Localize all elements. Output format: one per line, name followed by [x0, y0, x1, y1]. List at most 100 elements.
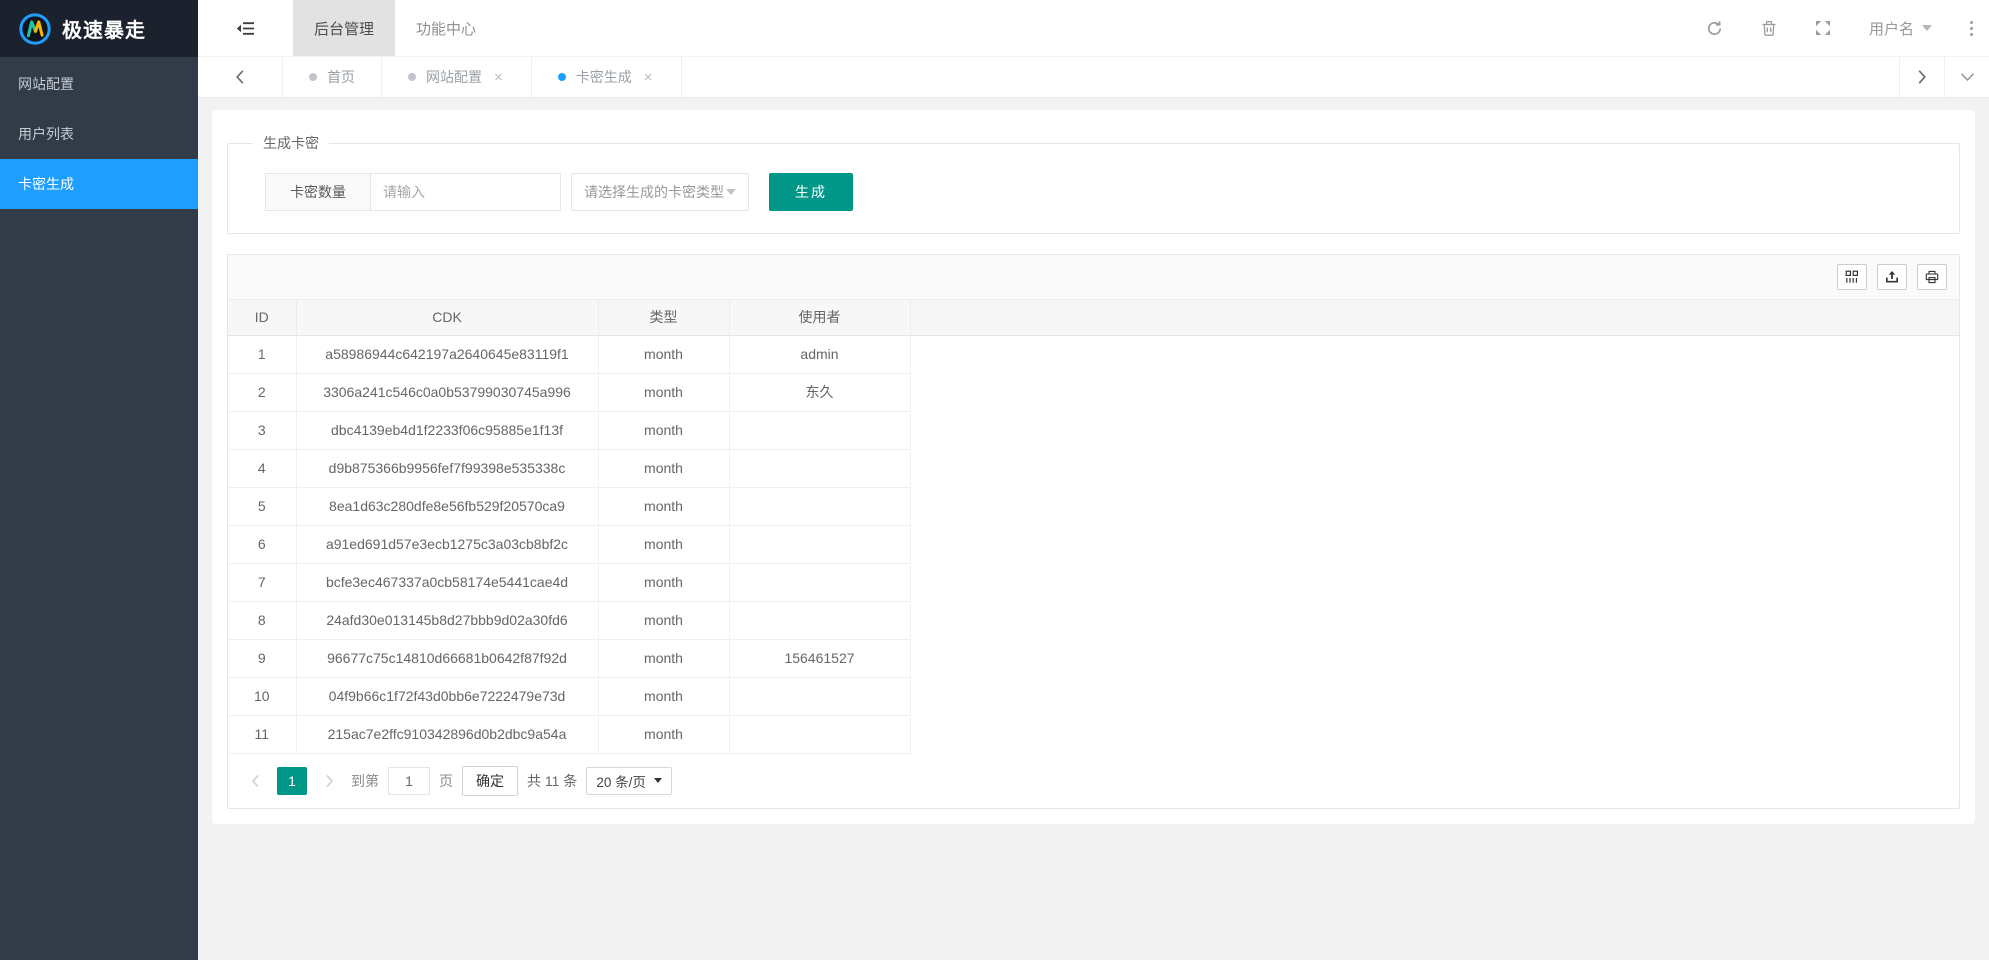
table-row[interactable]: 8 24afd30e013145b8d27bbb9d02a30fd6 month — [228, 601, 1959, 639]
table-row[interactable]: 10 04f9b66c1f72f43d0bb6e7222479e73d mont… — [228, 677, 1959, 715]
cell-user — [729, 677, 910, 715]
column-header-filler — [910, 300, 1959, 335]
cell-user: 东久 — [729, 373, 910, 411]
close-icon[interactable]: × — [492, 68, 505, 87]
export-icon[interactable] — [1877, 264, 1907, 290]
table-row[interactable]: 7 bcfe3ec467337a0cb58174e5441cae4d month — [228, 563, 1959, 601]
cdk-type-select[interactable]: 请选择生成的卡密类型 — [571, 173, 749, 211]
cell-id: 1 — [228, 335, 296, 373]
tab-site-config[interactable]: 网站配置 × — [382, 57, 532, 97]
user-menu[interactable]: 用户名 — [1869, 18, 1932, 39]
fullscreen-icon[interactable] — [1815, 20, 1831, 36]
cell-cdk: dbc4139eb4d1f2233f06c95885e1f13f — [296, 411, 598, 449]
tab-label: 卡密生成 — [576, 67, 632, 87]
table-toolbar — [228, 255, 1959, 300]
prev-page-button[interactable] — [242, 767, 268, 795]
top-bar: 后台管理 功能中心 — [198, 0, 1989, 57]
table-body: 1 a58986944c642197a2640645e83119f1 month… — [228, 335, 1959, 753]
tabs-scroll-left-button[interactable] — [198, 57, 283, 97]
cell-user — [729, 525, 910, 563]
cell-type: month — [598, 411, 729, 449]
chevron-down-icon — [1922, 25, 1932, 31]
tab-cdk-generate[interactable]: 卡密生成 × — [532, 57, 682, 97]
cell-filler — [910, 601, 1959, 639]
cell-user — [729, 449, 910, 487]
generate-button[interactable]: 生成 — [769, 173, 853, 211]
cell-user — [729, 563, 910, 601]
cell-filler — [910, 563, 1959, 601]
tabs-scroll-right-button[interactable] — [1899, 57, 1944, 97]
more-vertical-icon[interactable] — [1970, 21, 1973, 36]
sidebar-item-user-list[interactable]: 用户列表 — [0, 109, 198, 159]
cell-filler — [910, 411, 1959, 449]
cell-type: month — [598, 449, 729, 487]
cell-user: 156461527 — [729, 639, 910, 677]
cell-user — [729, 411, 910, 449]
chevron-down-icon — [726, 189, 736, 195]
cell-user — [729, 601, 910, 639]
next-page-button[interactable] — [316, 767, 342, 795]
sidebar-item-label: 用户列表 — [18, 124, 74, 144]
cell-id: 5 — [228, 487, 296, 525]
chevron-down-icon — [654, 778, 662, 783]
print-icon[interactable] — [1917, 264, 1947, 290]
cell-cdk: 04f9b66c1f72f43d0bb6e7222479e73d — [296, 677, 598, 715]
page-unit-label: 页 — [439, 771, 453, 791]
sidebar-fold-button[interactable] — [198, 0, 293, 56]
cell-id: 7 — [228, 563, 296, 601]
tab-home[interactable]: 首页 — [283, 57, 382, 97]
table-row[interactable]: 2 3306a241c546c0a0b53799030745a996 month… — [228, 373, 1959, 411]
cell-cdk: bcfe3ec467337a0cb58174e5441cae4d — [296, 563, 598, 601]
cell-user — [729, 715, 910, 753]
cell-id: 4 — [228, 449, 296, 487]
sidebar-item-cdk-generate[interactable]: 卡密生成 — [0, 159, 198, 209]
page-number-button[interactable]: 1 — [277, 767, 307, 795]
cell-user — [729, 487, 910, 525]
generate-form-row: 卡密数量 请选择生成的卡密类型 生成 — [265, 173, 1944, 211]
goto-page-input[interactable] — [388, 767, 430, 795]
table-row[interactable]: 6 a91ed691d57e3ecb1275c3a03cb8bf2c month — [228, 525, 1959, 563]
cdk-table-view: ID CDK 类型 使用者 1 a58986944c642197a2640645… — [227, 254, 1960, 809]
cell-id: 2 — [228, 373, 296, 411]
close-icon[interactable]: × — [642, 68, 655, 87]
nav-tab-label: 后台管理 — [314, 18, 374, 39]
logo-icon — [18, 12, 52, 46]
tab-label: 首页 — [327, 67, 355, 87]
cell-filler — [910, 639, 1959, 677]
sidebar-item-site-config[interactable]: 网站配置 — [0, 59, 198, 109]
quantity-input[interactable] — [371, 173, 561, 211]
trash-icon[interactable] — [1761, 20, 1777, 37]
table-row[interactable]: 5 8ea1d63c280dfe8e56fb529f20570ca9 month — [228, 487, 1959, 525]
table-row[interactable]: 4 d9b875366b9956fef7f99398e535338c month — [228, 449, 1959, 487]
nav-tab-function-center[interactable]: 功能中心 — [395, 0, 497, 56]
page-size-select[interactable]: 20 条/页 — [586, 767, 672, 795]
total-count-label: 共 11 条 — [527, 771, 577, 791]
page-tabs-bar: 首页 网站配置 × 卡密生成 × — [198, 57, 1989, 98]
cell-id: 6 — [228, 525, 296, 563]
cell-id: 9 — [228, 639, 296, 677]
columns-filter-icon[interactable] — [1837, 264, 1867, 290]
cell-type: month — [598, 373, 729, 411]
cell-filler — [910, 373, 1959, 411]
goto-label: 到第 — [351, 771, 379, 791]
goto-confirm-button[interactable]: 确定 — [462, 766, 518, 796]
tab-status-dot — [558, 73, 566, 81]
quantity-label: 卡密数量 — [265, 173, 371, 211]
topbar-actions: 用户名 — [1706, 0, 1989, 56]
sidebar-item-label: 网站配置 — [18, 74, 74, 94]
cdk-table: ID CDK 类型 使用者 1 a58986944c642197a2640645… — [228, 300, 1959, 754]
table-row[interactable]: 11 215ac7e2ffc910342896d0b2dbc9a54a mont… — [228, 715, 1959, 753]
table-row[interactable]: 9 96677c75c14810d66681b0642f87f92d month… — [228, 639, 1959, 677]
cell-filler — [910, 335, 1959, 373]
nav-tab-admin[interactable]: 后台管理 — [293, 0, 395, 56]
app-title: 极速暴走 — [62, 14, 146, 43]
cell-type: month — [598, 715, 729, 753]
table-row[interactable]: 1 a58986944c642197a2640645e83119f1 month… — [228, 335, 1959, 373]
username-label: 用户名 — [1869, 18, 1914, 39]
sidebar-item-label: 卡密生成 — [18, 174, 74, 194]
cell-cdk: 3306a241c546c0a0b53799030745a996 — [296, 373, 598, 411]
generate-cdk-fieldset: 生成卡密 卡密数量 请选择生成的卡密类型 生成 — [227, 133, 1960, 234]
refresh-icon[interactable] — [1706, 20, 1723, 37]
tabs-menu-dropdown-button[interactable] — [1944, 57, 1989, 97]
table-row[interactable]: 3 dbc4139eb4d1f2233f06c95885e1f13f month — [228, 411, 1959, 449]
